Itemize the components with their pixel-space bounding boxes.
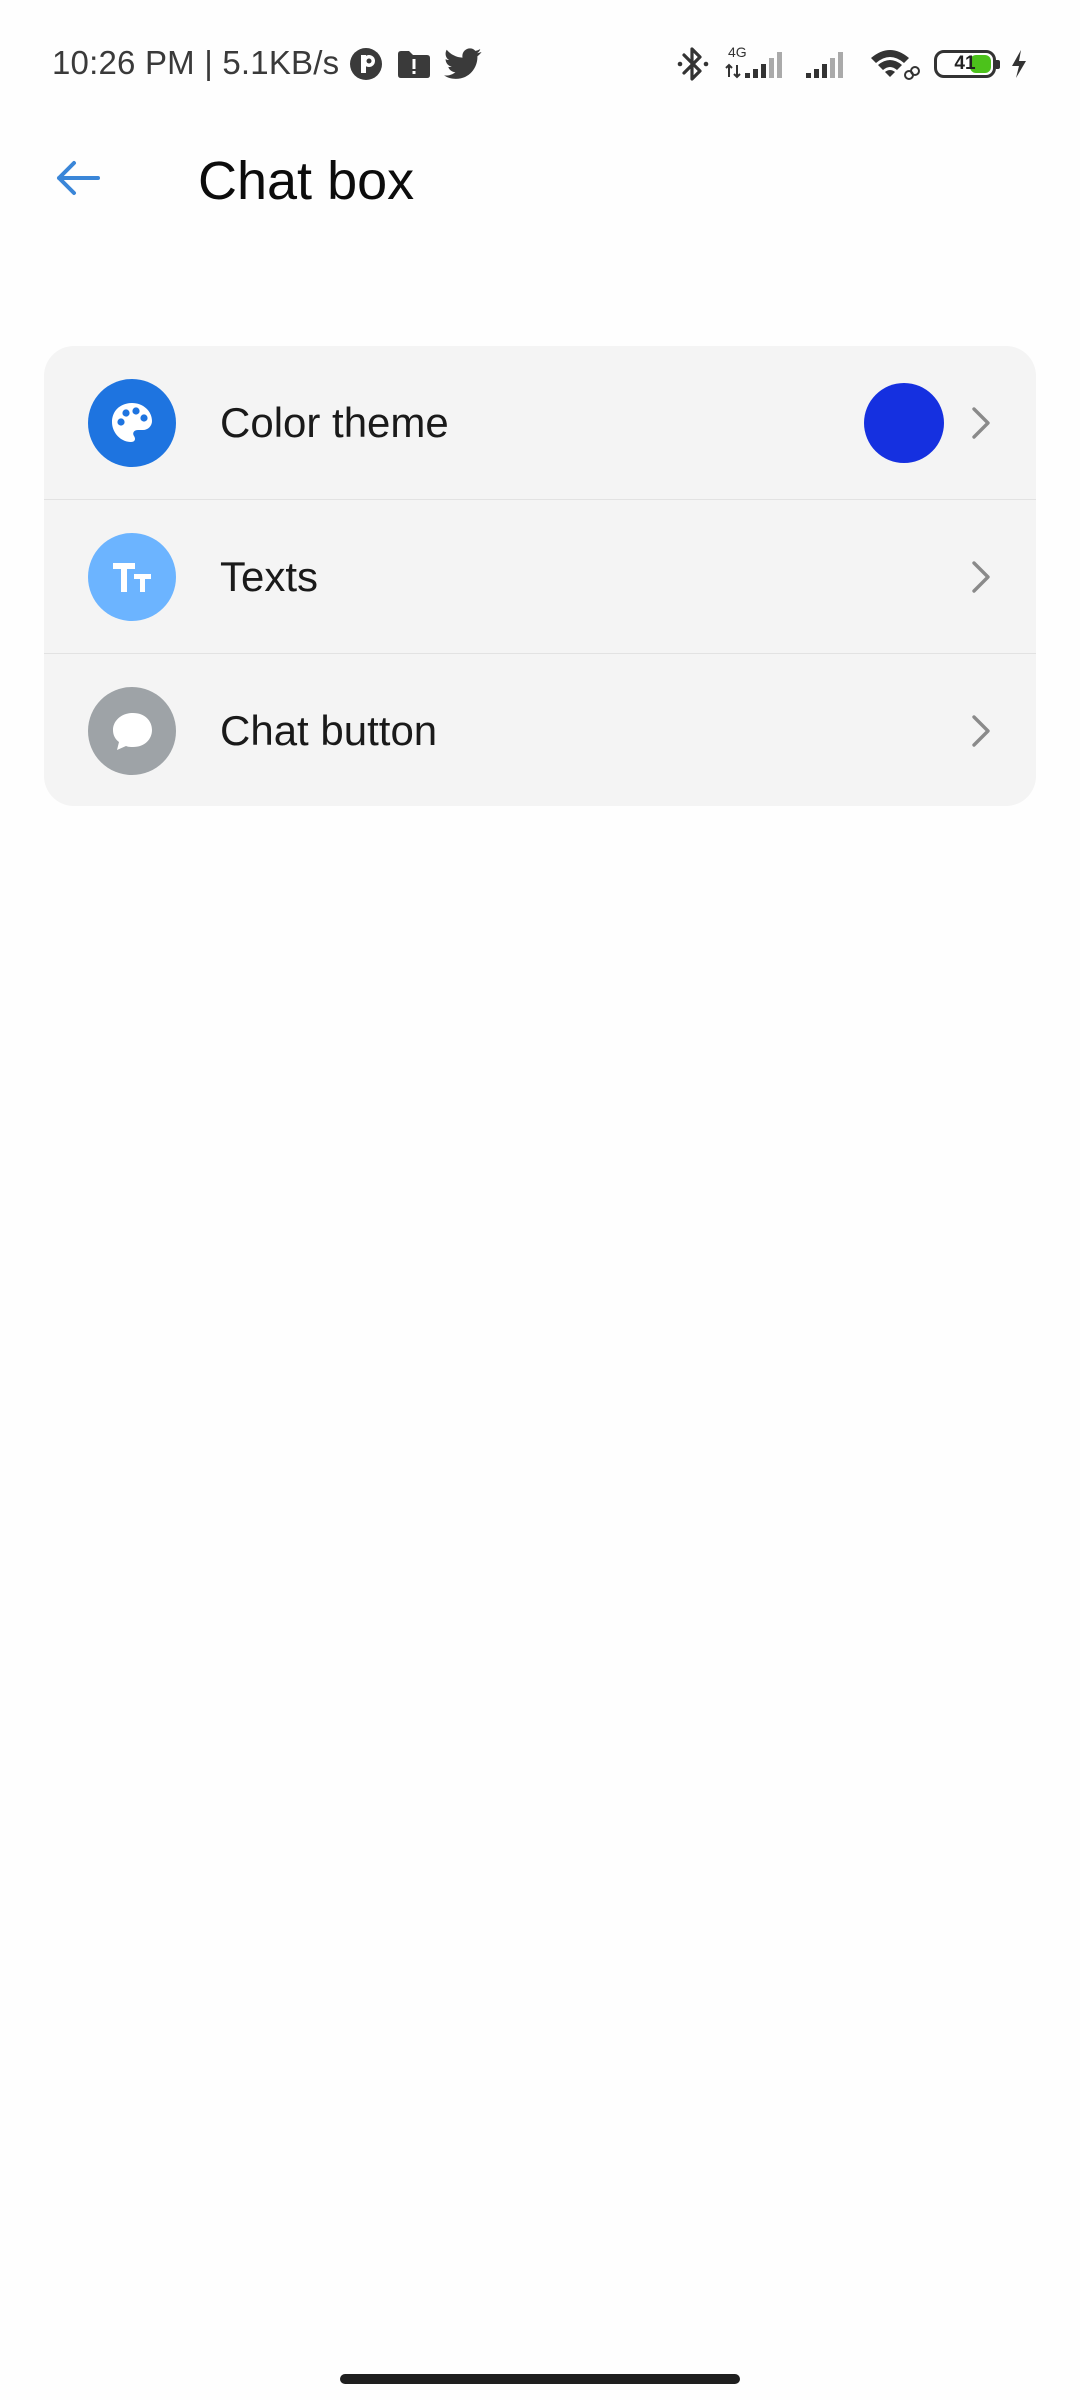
arrow-left-icon xyxy=(57,161,100,195)
screen: 10:26 PM | 5.1KB/s 4G 41 Chat box Color … xyxy=(0,0,1080,2400)
page-title: Chat box xyxy=(198,151,415,211)
status-time: 10:26 PM | 5.1KB/s xyxy=(52,44,340,81)
status-bar: 10:26 PM | 5.1KB/s 4G 41 xyxy=(0,0,1080,130)
setting-texts[interactable]: Texts xyxy=(44,499,1036,653)
chevron-right-icon xyxy=(966,403,996,443)
setting-chat-button[interactable]: Chat button xyxy=(44,653,1036,806)
chat-bubble-icon xyxy=(88,686,176,775)
status-notification-icons xyxy=(348,44,482,84)
setting-label: Chat button xyxy=(220,706,438,754)
palette-icon xyxy=(88,378,176,467)
color-theme-swatch xyxy=(864,382,944,463)
battery-icon: 41 xyxy=(934,50,1000,78)
folder-alert-icon xyxy=(396,48,432,80)
battery-level-text: 41 xyxy=(954,53,976,74)
setting-label: Texts xyxy=(220,552,319,600)
status-system-icons: 4G 41 xyxy=(676,42,1028,86)
wifi-icon xyxy=(868,44,920,84)
chevron-right-icon xyxy=(966,557,996,597)
charging-icon xyxy=(1010,49,1028,79)
signal-4g-icon: 4G xyxy=(724,44,790,84)
home-indicator[interactable] xyxy=(340,2374,740,2384)
bluetooth-icon xyxy=(676,44,710,84)
setting-label: Color theme xyxy=(220,398,449,446)
twitter-icon xyxy=(444,48,482,80)
back-button[interactable] xyxy=(40,140,116,216)
setting-color-theme[interactable]: Color theme xyxy=(44,346,1036,499)
chevron-right-icon xyxy=(966,711,996,751)
text-size-icon xyxy=(88,532,176,621)
signal-icon xyxy=(804,44,854,84)
settings-card: Color theme Texts Chat button xyxy=(44,346,1036,806)
app-header: Chat box xyxy=(0,130,1080,230)
notification-app-icon xyxy=(348,46,384,82)
network-type-label: 4G xyxy=(728,44,747,60)
